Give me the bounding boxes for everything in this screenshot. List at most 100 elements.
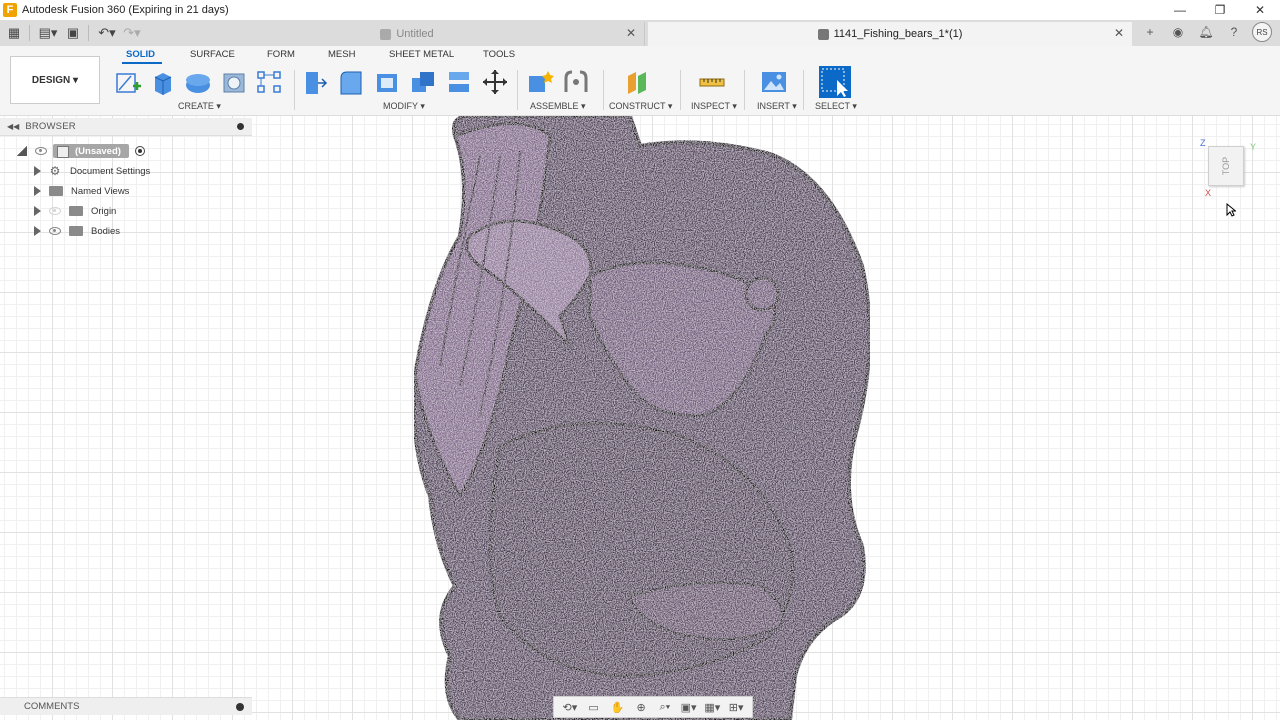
- axis-z-label: Z: [1200, 138, 1206, 148]
- expand-triangle-icon[interactable]: [34, 206, 41, 216]
- pattern-icon[interactable]: [255, 68, 283, 96]
- fishing-bears-model[interactable]: [400, 116, 880, 720]
- minimize-button[interactable]: —: [1160, 0, 1200, 20]
- tab-fishing-bears[interactable]: 1141_Fishing_bears_1*(1) ✕: [648, 22, 1132, 46]
- axis-y-label: Y: [1250, 142, 1257, 152]
- file-menu-icon[interactable]: ▤▾: [37, 22, 59, 44]
- browser-item-bodies[interactable]: Bodies: [0, 222, 120, 240]
- mouse-cursor-icon: [1226, 203, 1236, 217]
- tab-tools[interactable]: TOOLS: [483, 49, 515, 60]
- visibility-eye-icon[interactable]: [49, 207, 61, 215]
- browser-item-named-views[interactable]: Named Views: [0, 182, 129, 200]
- orbit-icon[interactable]: ⟲▾: [560, 701, 580, 714]
- tab-untitled[interactable]: Untitled ✕: [170, 22, 645, 46]
- look-at-icon[interactable]: ▭: [584, 701, 604, 714]
- save-icon[interactable]: ▣: [62, 22, 84, 44]
- viewports-icon[interactable]: ⊞▾: [726, 701, 746, 714]
- tab-form[interactable]: FORM: [267, 49, 295, 60]
- expand-triangle-icon[interactable]: [34, 186, 41, 196]
- combine-icon[interactable]: [409, 68, 437, 96]
- expand-triangle-icon[interactable]: [34, 226, 41, 236]
- new-component-icon[interactable]: [526, 68, 554, 96]
- construct-menu[interactable]: CONSTRUCT ▾: [609, 101, 672, 112]
- gear-icon: ⚙: [49, 164, 61, 178]
- folder-icon: [69, 206, 83, 216]
- title-bar: F Autodesk Fusion 360 (Expiring in 21 da…: [0, 0, 1280, 20]
- root-component-label[interactable]: (Unsaved): [53, 144, 129, 158]
- navigation-bar: ⟲▾ ▭ ✋ ⊕ ⌕▾ ▣▾ ▦▾ ⊞▾: [553, 696, 753, 718]
- grid-settings-icon[interactable]: ▦▾: [702, 701, 722, 714]
- axis-x-label: X: [1205, 188, 1212, 198]
- collapse-panel-icon[interactable]: ◀◀: [7, 122, 19, 131]
- hole-icon[interactable]: [220, 68, 248, 96]
- tab-label: Untitled: [396, 28, 434, 40]
- activate-radio-icon[interactable]: [134, 146, 145, 156]
- viewcube[interactable]: Z Y TOP X: [1196, 136, 1266, 206]
- job-status-icon[interactable]: ◉: [1168, 22, 1188, 42]
- help-icon[interactable]: ?: [1224, 22, 1244, 42]
- viewcube-top-face[interactable]: TOP: [1208, 146, 1244, 186]
- zoom-icon[interactable]: ⊕: [631, 701, 651, 714]
- tab-label: 1141_Fishing_bears_1*(1): [833, 28, 963, 40]
- document-tab-row: ▦ ▤▾ ▣ ↶▾ ↷▾ Untitled ✕ 1141_Fishing_bea…: [0, 20, 1280, 46]
- browser-item-origin[interactable]: Origin: [0, 202, 116, 220]
- browser-title: BROWSER: [25, 121, 76, 132]
- browser-panel-header[interactable]: ◀◀ BROWSER: [0, 118, 252, 136]
- insert-menu[interactable]: INSERT ▾: [757, 101, 797, 112]
- window-title: Autodesk Fusion 360 (Expiring in 21 days…: [22, 4, 229, 16]
- pan-hand-icon[interactable]: ✋: [607, 701, 627, 714]
- design-canvas[interactable]: Z Y TOP X: [0, 116, 1280, 720]
- add-comment-icon[interactable]: [236, 703, 244, 711]
- inspect-menu[interactable]: INSPECT ▾: [691, 101, 737, 112]
- move-icon[interactable]: [481, 68, 509, 96]
- revolve-icon[interactable]: [184, 68, 212, 96]
- tab-solid[interactable]: SOLID: [126, 49, 155, 60]
- pin-icon[interactable]: [237, 123, 244, 130]
- joint-icon[interactable]: [562, 68, 590, 96]
- comments-panel-header[interactable]: COMMENTS: [0, 697, 252, 715]
- workspace-switcher-button[interactable]: DESIGN ▾: [10, 56, 100, 104]
- restore-button[interactable]: ❐: [1200, 0, 1240, 20]
- expand-triangle-icon[interactable]: [17, 146, 27, 156]
- assemble-menu[interactable]: ASSEMBLE ▾: [530, 101, 586, 112]
- select-icon[interactable]: [819, 66, 851, 98]
- create-menu[interactable]: CREATE ▾: [178, 101, 221, 112]
- toolbar-ribbon: DESIGN ▾ SOLID SURFACE FORM MESH SHEET M…: [0, 46, 1280, 116]
- select-menu[interactable]: SELECT ▾: [815, 101, 857, 112]
- new-tab-icon[interactable]: +: [1140, 22, 1160, 42]
- extrude-icon[interactable]: [149, 68, 177, 96]
- redo-icon[interactable]: ↷▾: [121, 22, 143, 44]
- press-pull-icon[interactable]: [300, 68, 328, 96]
- undo-icon[interactable]: ↶▾: [96, 22, 118, 44]
- comments-title: COMMENTS: [24, 701, 80, 712]
- visibility-eye-icon[interactable]: [35, 147, 47, 155]
- shell-icon[interactable]: [373, 68, 401, 96]
- fit-zoom-icon[interactable]: ⌕▾: [655, 701, 675, 714]
- close-tab-icon[interactable]: ✕: [626, 26, 636, 40]
- fillet-icon[interactable]: [337, 68, 365, 96]
- avatar[interactable]: RS: [1252, 22, 1272, 42]
- create-sketch-icon[interactable]: [114, 68, 142, 96]
- insert-image-icon[interactable]: [760, 68, 788, 96]
- document-icon: [817, 28, 829, 40]
- close-window-button[interactable]: ✕: [1240, 0, 1280, 20]
- split-body-icon[interactable]: [445, 68, 473, 96]
- close-tab-icon[interactable]: ✕: [1114, 26, 1124, 40]
- visibility-eye-icon[interactable]: [49, 227, 61, 235]
- active-tab-indicator: [122, 62, 162, 64]
- measure-icon[interactable]: [698, 68, 726, 96]
- browser-root-node[interactable]: (Unsaved): [0, 142, 145, 160]
- folder-icon: [49, 186, 63, 196]
- browser-item-document-settings[interactable]: ⚙ Document Settings: [0, 162, 150, 180]
- tab-surface[interactable]: SURFACE: [190, 49, 235, 60]
- document-icon: [380, 28, 392, 40]
- tab-sheet-metal[interactable]: SHEET METAL: [389, 49, 454, 60]
- app-grid-icon[interactable]: ▦: [3, 22, 25, 44]
- fusion-logo-icon: F: [3, 3, 17, 17]
- notification-bell-icon[interactable]: 🔔︎: [1196, 22, 1216, 42]
- modify-menu[interactable]: MODIFY ▾: [383, 101, 425, 112]
- expand-triangle-icon[interactable]: [34, 166, 41, 176]
- tab-mesh[interactable]: MESH: [328, 49, 355, 60]
- offset-plane-icon[interactable]: [624, 68, 652, 96]
- display-settings-icon[interactable]: ▣▾: [679, 701, 699, 714]
